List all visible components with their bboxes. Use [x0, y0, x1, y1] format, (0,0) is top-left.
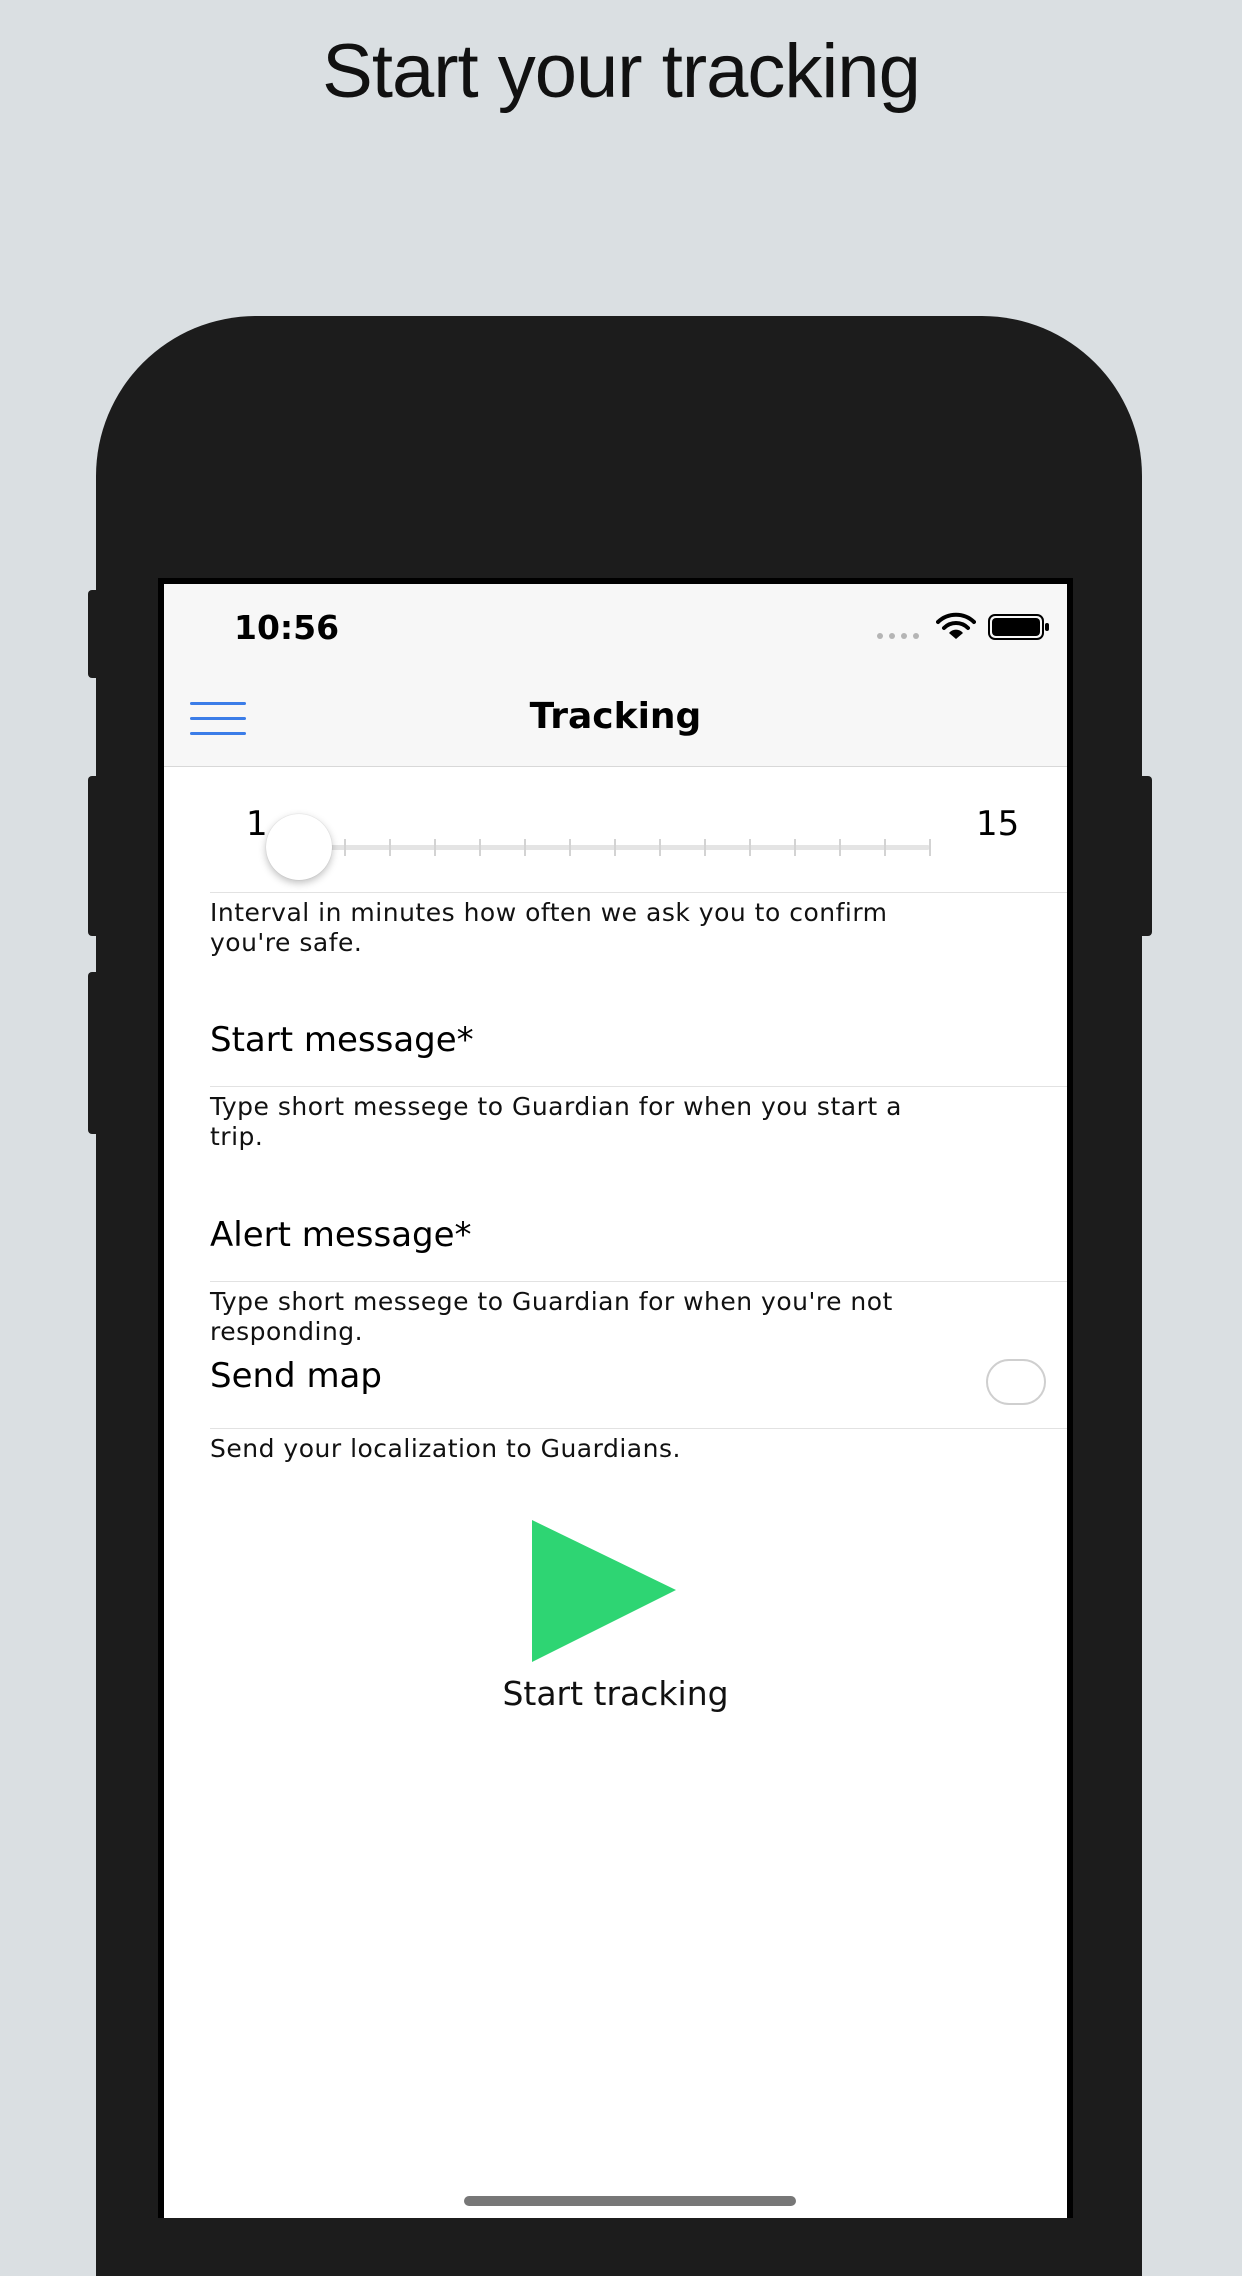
interval-slider[interactable]: 1 15	[164, 766, 1067, 892]
send-map-label: Send map	[210, 1356, 382, 1396]
separator	[210, 892, 1067, 893]
interval-hint: Interval in minutes how often we ask you…	[210, 898, 888, 957]
start-tracking-button[interactable]	[524, 1516, 684, 1676]
phone-side-button	[1140, 776, 1152, 936]
separator	[210, 1428, 1067, 1429]
start-message-hint: Type short messege to Guardian for when …	[210, 1092, 902, 1151]
promo-title: Start your tracking	[322, 29, 921, 114]
separator	[210, 1281, 1067, 1282]
home-indicator	[464, 2196, 796, 2206]
start-tracking-label[interactable]: Start tracking	[164, 1674, 1067, 1713]
alert-message-hint: Type short messege to Guardian for when …	[210, 1287, 893, 1346]
slider-max-label: 15	[976, 804, 1020, 844]
send-map-hint: Send your localization to Guardians.	[210, 1434, 681, 1463]
slider-thumb[interactable]	[266, 814, 332, 880]
app-screen: 10:56 Tracking 1 15 Interval in minutes …	[158, 578, 1073, 2218]
play-icon	[532, 1520, 676, 1662]
start-message-input[interactable]	[210, 1008, 1067, 1070]
separator	[210, 1086, 1067, 1087]
wifi-icon	[936, 612, 976, 639]
status-bar: 10:56	[164, 584, 1067, 674]
phone-side-button	[88, 776, 98, 936]
phone-side-button	[88, 590, 98, 678]
signal-icon	[877, 633, 919, 639]
page-title: Tracking	[529, 696, 702, 737]
alert-message-input[interactable]	[210, 1203, 1067, 1265]
send-map-toggle[interactable]	[986, 1359, 1046, 1405]
status-time: 10:56	[234, 608, 340, 647]
phone-side-button	[88, 972, 98, 1134]
navigation-bar: Tracking	[164, 674, 1067, 767]
battery-icon	[988, 614, 1049, 640]
